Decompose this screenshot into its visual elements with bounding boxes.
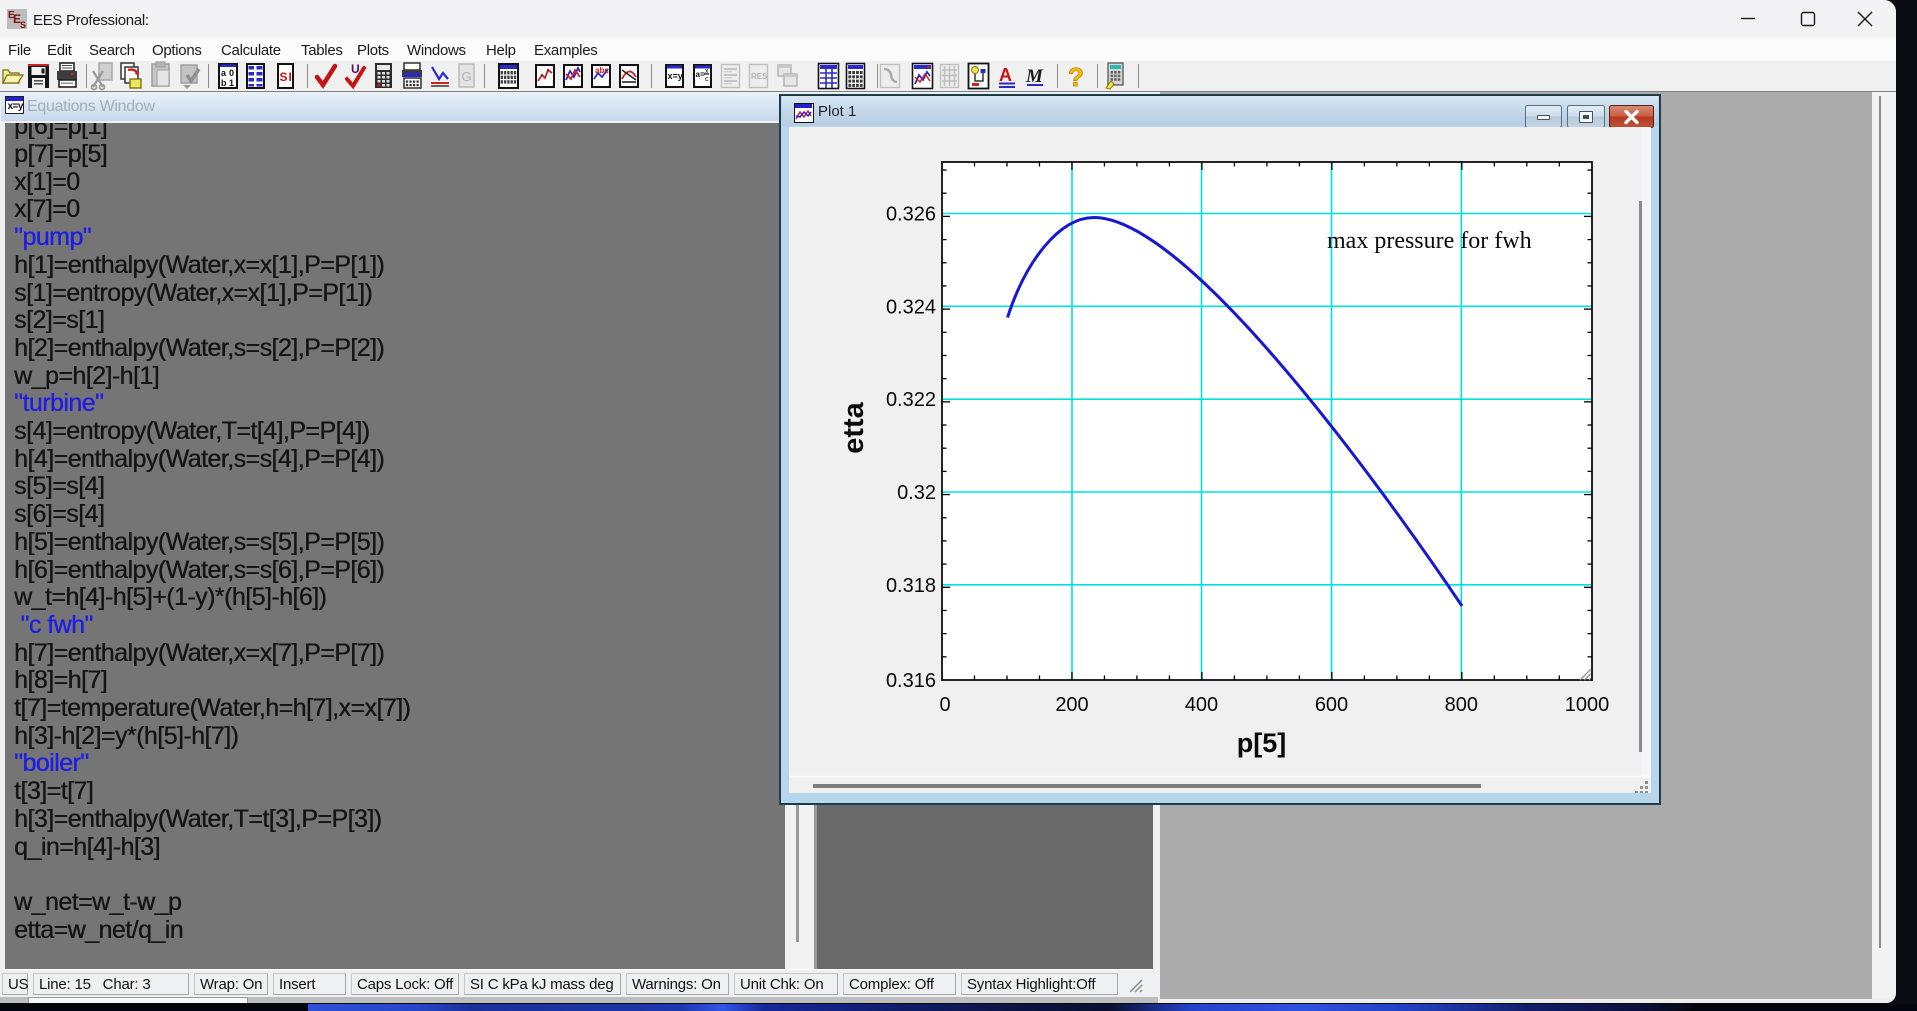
svg-text:1000: 1000 — [1565, 694, 1610, 716]
svg-text:0.322: 0.322 — [886, 389, 936, 411]
svg-text:0.324: 0.324 — [886, 296, 936, 318]
svg-text:M: M — [1025, 66, 1044, 87]
svg-text:0: 0 — [229, 68, 234, 78]
svg-text:SI: SI — [280, 70, 293, 84]
svg-text:0.316: 0.316 — [886, 670, 936, 692]
svg-text:max pressure for fwh: max pressure for fwh — [1327, 228, 1532, 254]
svg-text:800: 800 — [1445, 694, 1478, 716]
svg-text:600: 600 — [1315, 694, 1348, 716]
svg-text:200: 200 — [1055, 694, 1088, 716]
svg-text:0.32: 0.32 — [897, 482, 936, 504]
svg-text:0.326: 0.326 — [886, 204, 936, 226]
svg-text:p[5]: p[5] — [1237, 728, 1287, 758]
svg-text:0.318: 0.318 — [886, 575, 936, 597]
svg-text:400: 400 — [1185, 694, 1218, 716]
svg-text:c: c — [705, 76, 709, 83]
svg-text:G: G — [462, 69, 472, 84]
svg-text:?: ? — [1068, 62, 1084, 92]
svg-text:x: x — [705, 68, 709, 75]
svg-text:b: b — [221, 78, 227, 88]
svg-text:x=y: x=y — [668, 71, 683, 81]
svg-text:S: S — [20, 20, 26, 29]
svg-text:etta: etta — [838, 401, 870, 453]
svg-text:A: A — [999, 65, 1012, 85]
svg-text:U: U — [351, 62, 360, 76]
svg-text:RES: RES — [751, 72, 768, 81]
svg-text:abc: abc — [595, 66, 609, 75]
svg-text:0: 0 — [939, 694, 950, 716]
svg-text:a=: a= — [696, 70, 705, 79]
svg-text:1: 1 — [229, 78, 234, 88]
